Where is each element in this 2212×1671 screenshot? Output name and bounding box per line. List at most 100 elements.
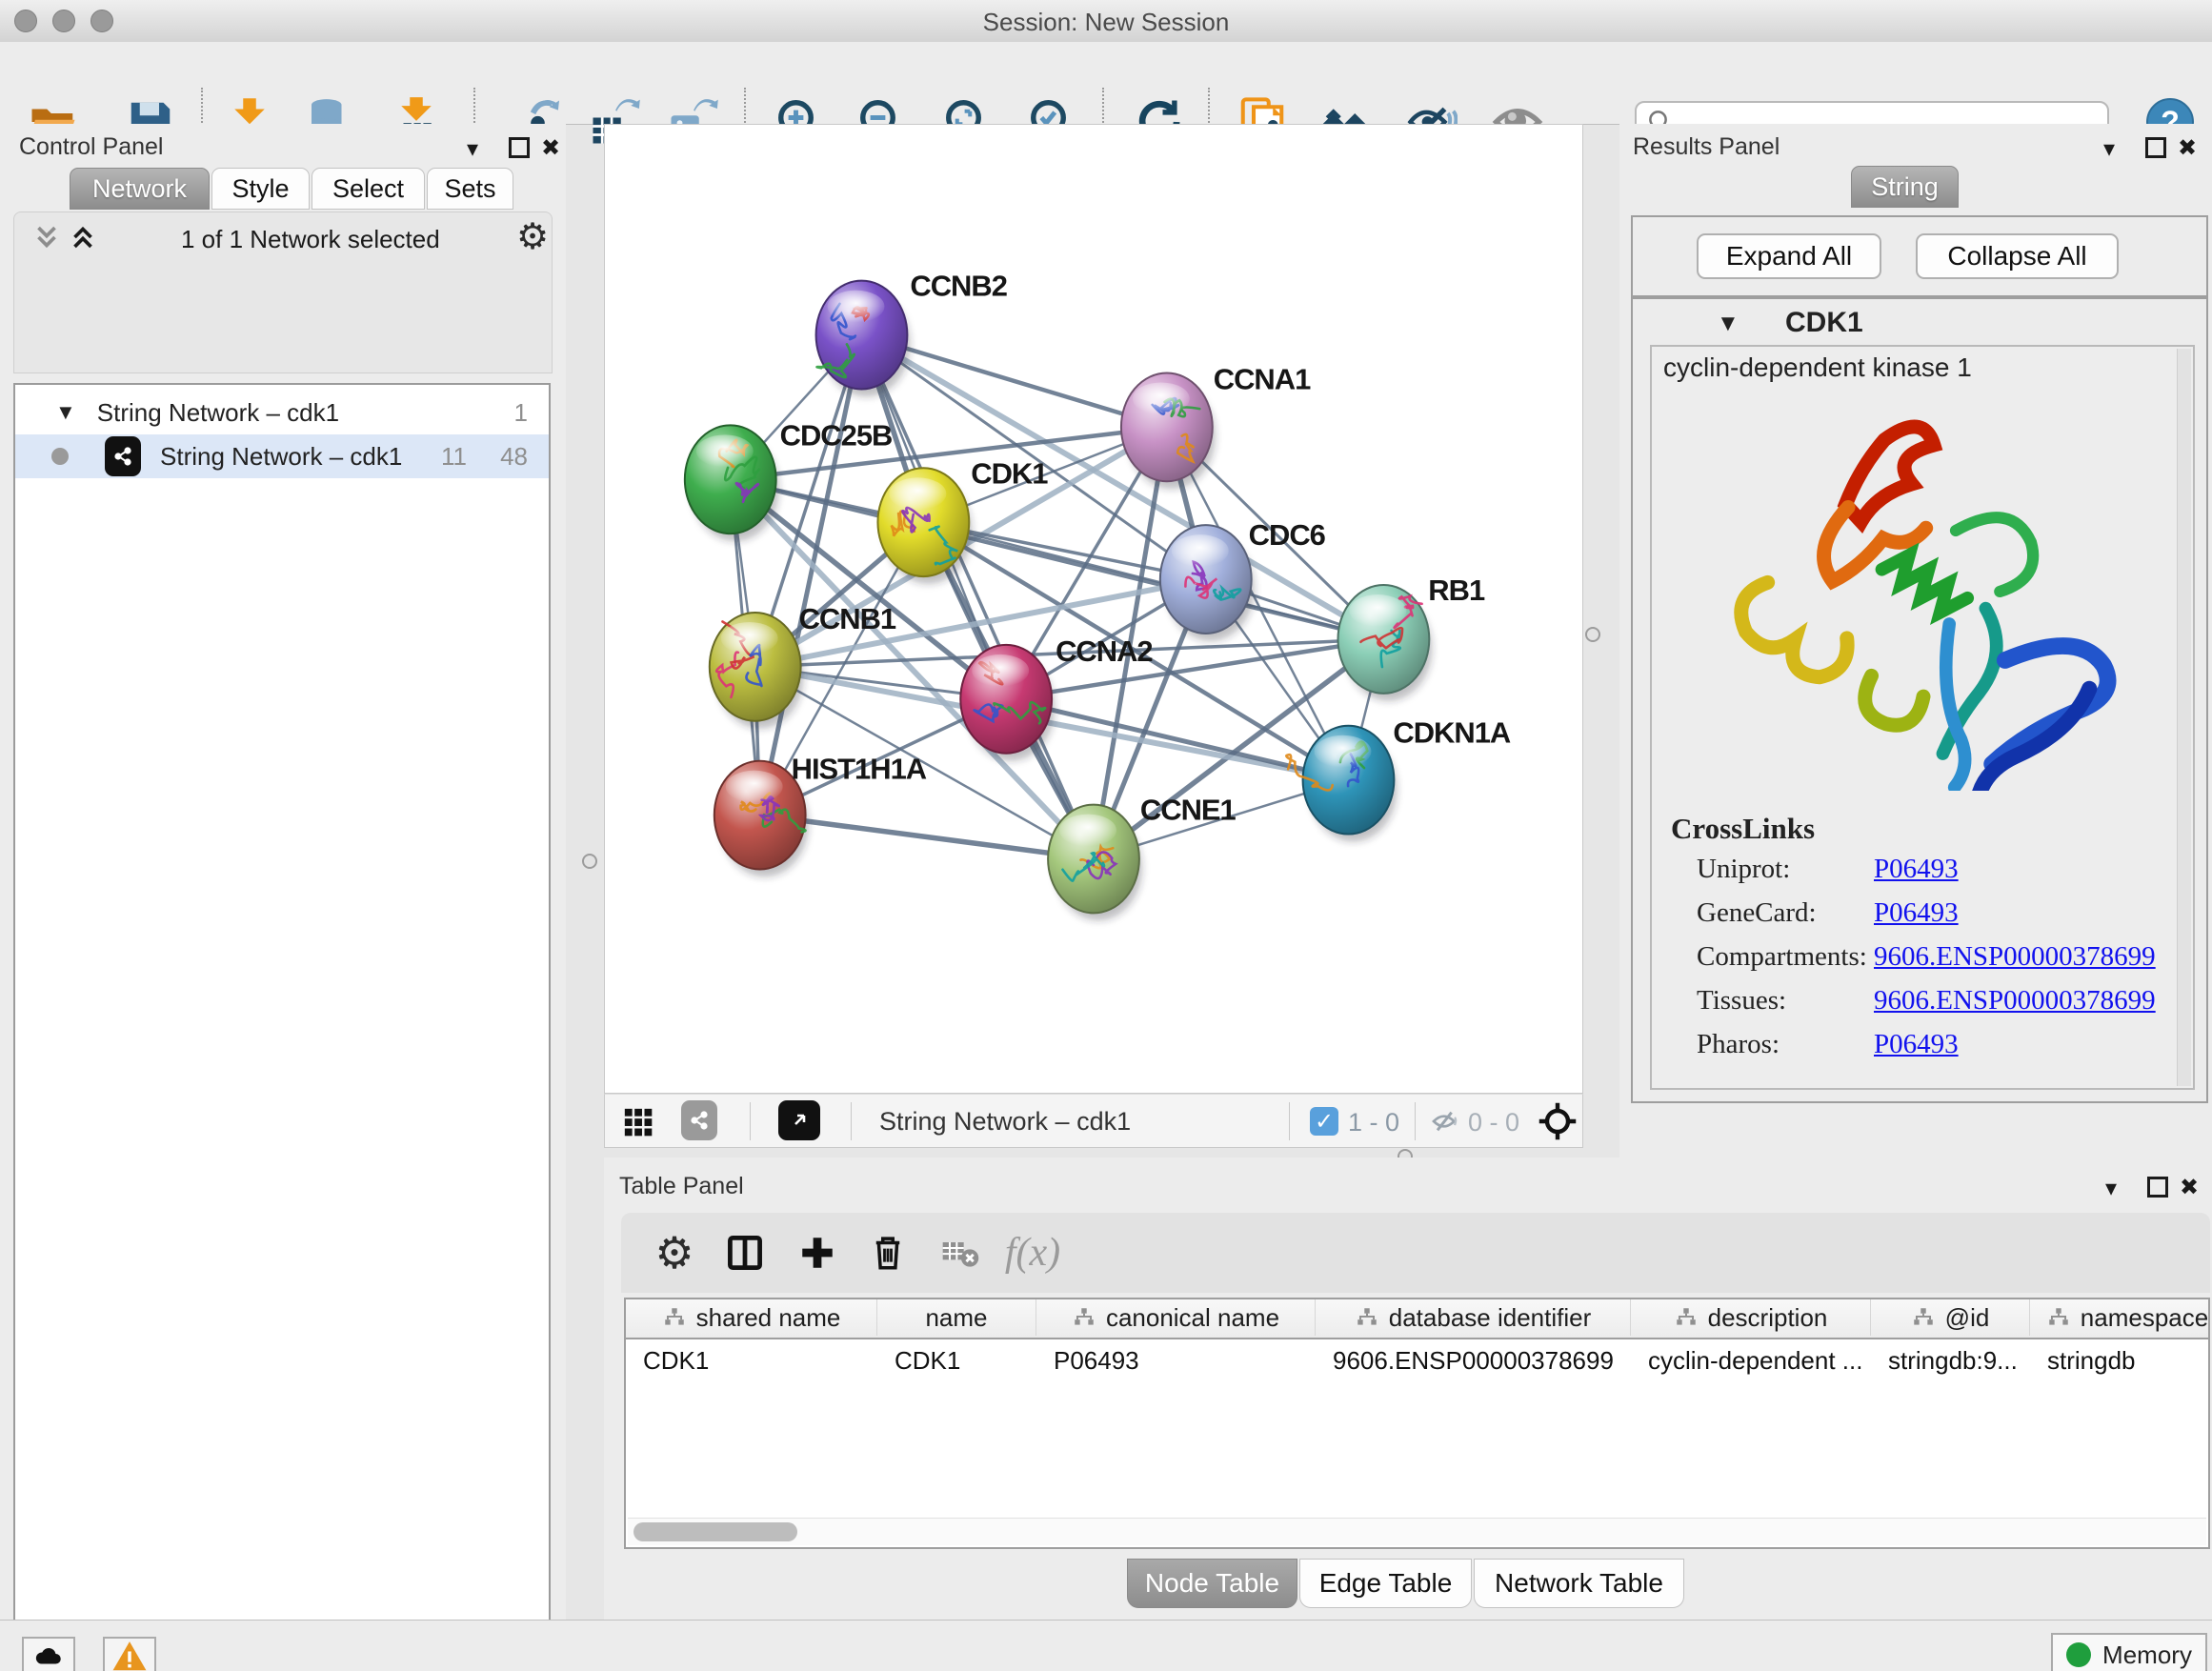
results-scrollbar[interactable] bbox=[2177, 349, 2191, 1086]
node-CDC6[interactable] bbox=[1160, 525, 1255, 641]
crosslink-value-link[interactable]: 9606.ENSP00000378699 bbox=[1874, 941, 2156, 973]
tab-edge-table[interactable]: Edge Table bbox=[1299, 1559, 1472, 1608]
node-CCNB1[interactable] bbox=[710, 613, 804, 729]
toolbar-separator bbox=[851, 1102, 852, 1140]
node-label-CDC6: CDC6 bbox=[1249, 518, 1326, 552]
cell-shared-name[interactable]: CDK1 bbox=[626, 1339, 877, 1381]
cell-database-identifier[interactable]: 9606.ENSP00000378699 bbox=[1316, 1339, 1631, 1381]
column-header--id[interactable]: @id bbox=[1871, 1299, 2030, 1336]
collection-expand-icon[interactable]: ▼ bbox=[55, 400, 76, 425]
cell--id[interactable]: stringdb:9... bbox=[1871, 1339, 2030, 1381]
title-bar[interactable]: Session: New Session bbox=[0, 0, 2212, 43]
table-panel: Table Panel ▾ ✖ ⚙ f(x) shared namenameca… bbox=[604, 1158, 2212, 1620]
cell-namespace[interactable]: stringdb bbox=[2030, 1339, 2212, 1381]
grid-view-icon[interactable] bbox=[622, 1106, 654, 1143]
node-CDC25B[interactable] bbox=[685, 425, 779, 541]
collapse-all-icon[interactable] bbox=[30, 221, 63, 258]
node-CDK1[interactable] bbox=[877, 468, 972, 584]
crosslink-label: Compartments: bbox=[1697, 941, 1867, 973]
column-header-shared-name[interactable]: shared name bbox=[626, 1299, 877, 1336]
hidden-eye-icon[interactable] bbox=[1430, 1106, 1460, 1141]
toolbar-separator bbox=[1289, 1102, 1290, 1140]
control-panel: Control Panel ▾ ✖ Network Style Select S… bbox=[0, 124, 566, 1620]
node-CCNA1[interactable] bbox=[1121, 372, 1216, 489]
node-CCNE1[interactable] bbox=[1048, 805, 1142, 921]
float-panel-icon[interactable]: ▾ bbox=[467, 135, 478, 163]
cloud-status-button[interactable] bbox=[22, 1637, 75, 1671]
tab-select[interactable]: Select bbox=[312, 168, 425, 210]
memory-label: Memory bbox=[2102, 1641, 2192, 1670]
network-edge-count: 48 bbox=[500, 442, 528, 472]
node-RB1[interactable] bbox=[1337, 585, 1432, 701]
column-header-name[interactable]: name bbox=[877, 1299, 1036, 1336]
fit-selected-crosshair-icon[interactable] bbox=[1537, 1100, 1579, 1147]
close-panel-icon[interactable]: ✖ bbox=[2178, 134, 2197, 162]
cell-name[interactable]: CDK1 bbox=[877, 1339, 1036, 1381]
crosslink-value-link[interactable]: P06493 bbox=[1874, 1029, 1959, 1060]
network-label: String Network – cdk1 bbox=[160, 442, 402, 472]
node-CCNA2[interactable] bbox=[960, 645, 1055, 761]
network-selection-status: 1 of 1 Network selected bbox=[181, 225, 440, 254]
close-panel-icon[interactable]: ✖ bbox=[2180, 1174, 2199, 1201]
edge-HIST1H1A-CCNE1[interactable] bbox=[760, 815, 1094, 859]
control-panel-title: Control Panel bbox=[19, 133, 163, 161]
column-label: database identifier bbox=[1389, 1303, 1591, 1333]
add-column-icon[interactable] bbox=[791, 1226, 844, 1279]
protein-description: cyclin-dependent kinase 1 bbox=[1663, 352, 1972, 383]
birdseye-view-icon[interactable] bbox=[778, 1100, 820, 1140]
column-header-database-identifier[interactable]: database identifier bbox=[1316, 1299, 1631, 1336]
crosslink-value-link[interactable]: 9606.ENSP00000378699 bbox=[1874, 985, 2156, 1017]
selected-checkbox-icon[interactable]: ✓ bbox=[1310, 1107, 1338, 1136]
tab-network-table[interactable]: Network Table bbox=[1474, 1559, 1684, 1608]
table-horizontal-scrollbar[interactable] bbox=[628, 1518, 2206, 1545]
edge-CCNA2-CDKN1A[interactable] bbox=[1006, 699, 1348, 780]
results-buttons-box: Expand All Collapse All bbox=[1631, 215, 2208, 297]
scrollbar-thumb[interactable] bbox=[633, 1522, 797, 1541]
cell-canonical-name[interactable]: P06493 bbox=[1036, 1339, 1316, 1381]
cell-description[interactable]: cyclin-dependent ... bbox=[1631, 1339, 1871, 1381]
protein-structure-image bbox=[1690, 400, 2157, 791]
show-columns-icon[interactable] bbox=[718, 1226, 772, 1279]
network-collection-row[interactable]: ▼ String Network – cdk1 1 bbox=[15, 391, 549, 434]
float-panel-icon[interactable]: ▾ bbox=[2103, 135, 2115, 163]
expand-all-button[interactable]: Expand All bbox=[1697, 233, 1881, 279]
close-panel-icon[interactable]: ✖ bbox=[541, 134, 560, 162]
warning-status-button[interactable] bbox=[103, 1637, 156, 1671]
column-header-description[interactable]: description bbox=[1631, 1299, 1871, 1336]
crosslink-label: Uniprot: bbox=[1697, 854, 1790, 885]
network-graph[interactable]: CCNB2CCNA1CDC25BCDK1CDC6RB1CCNB1CCNA2CDK… bbox=[605, 125, 1582, 1093]
maximize-panel-icon[interactable] bbox=[2145, 137, 2166, 158]
network-options-gear-icon[interactable]: ⚙ bbox=[516, 215, 549, 257]
column-header-canonical-name[interactable]: canonical name bbox=[1036, 1299, 1316, 1336]
function-builder-icon[interactable]: f(x) bbox=[1006, 1226, 1059, 1279]
float-panel-icon[interactable]: ▾ bbox=[2105, 1175, 2117, 1202]
column-type-icon bbox=[1072, 1305, 1096, 1330]
protein-collapse-icon[interactable]: ▼ bbox=[1717, 311, 1739, 337]
node-CDKN1A[interactable] bbox=[1286, 726, 1397, 842]
left-splitter-handle[interactable] bbox=[582, 854, 597, 869]
tab-style[interactable]: Style bbox=[211, 168, 310, 210]
collapse-all-button[interactable]: Collapse All bbox=[1916, 233, 2119, 279]
delete-table-icon[interactable] bbox=[934, 1226, 987, 1279]
maximize-panel-icon[interactable] bbox=[509, 137, 530, 158]
node-CCNB2[interactable] bbox=[816, 281, 911, 397]
network-canvas[interactable]: CCNB2CCNA1CDC25BCDK1CDC6RB1CCNB1CCNA2CDK… bbox=[604, 124, 1583, 1094]
crosslinks-heading: CrossLinks bbox=[1671, 812, 1815, 846]
delete-column-icon[interactable] bbox=[861, 1226, 915, 1279]
table-options-gear-icon[interactable]: ⚙ bbox=[648, 1226, 701, 1279]
network-row[interactable]: String Network – cdk1 11 48 bbox=[15, 434, 549, 478]
column-header-namespace[interactable]: namespace bbox=[2030, 1299, 2212, 1336]
tab-node-table[interactable]: Node Table bbox=[1127, 1559, 1297, 1608]
memory-button[interactable]: Memory bbox=[2051, 1633, 2207, 1671]
tab-network[interactable]: Network bbox=[70, 168, 210, 210]
crosslink-value-link[interactable]: P06493 bbox=[1874, 897, 1959, 929]
node-label-CDK1: CDK1 bbox=[971, 456, 1048, 490]
tab-string[interactable]: String bbox=[1851, 166, 1959, 208]
crosslink-value-link[interactable]: P06493 bbox=[1874, 854, 1959, 885]
column-type-icon bbox=[1674, 1305, 1699, 1330]
tab-sets[interactable]: Sets bbox=[427, 168, 513, 210]
maximize-panel-icon[interactable] bbox=[2147, 1177, 2168, 1198]
expand-all-icon[interactable] bbox=[67, 221, 99, 258]
right-splitter-handle[interactable] bbox=[1585, 627, 1600, 642]
share-view-icon[interactable] bbox=[681, 1100, 717, 1140]
